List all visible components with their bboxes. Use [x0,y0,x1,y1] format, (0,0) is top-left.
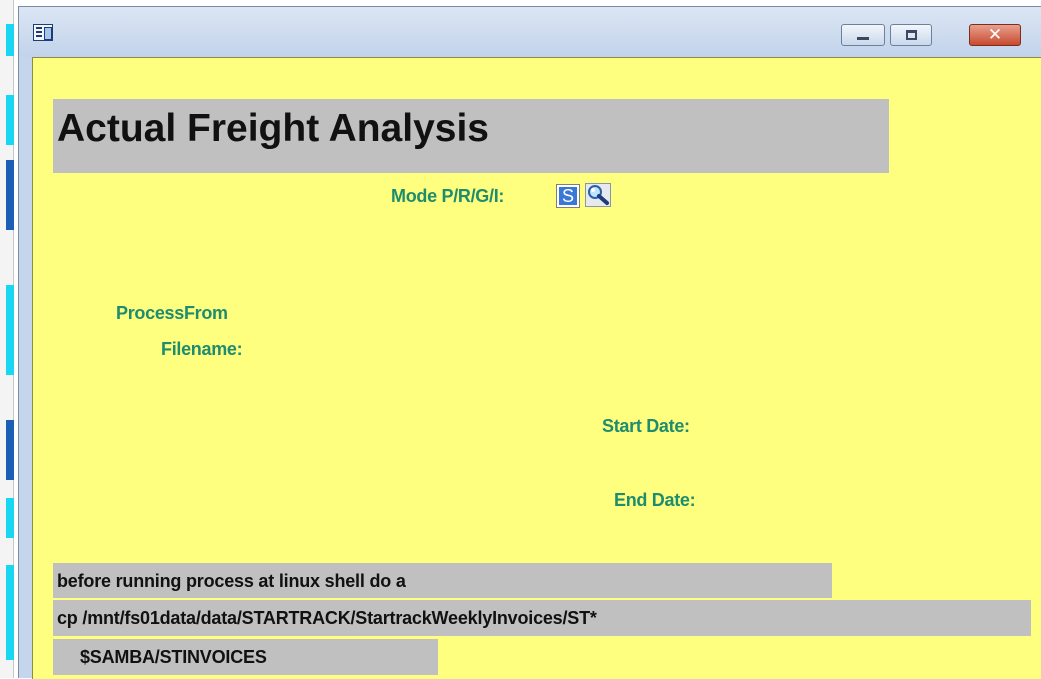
background-element [6,498,14,538]
filename-label: Filename: [161,339,243,359]
instruction-line: $SAMBA/STINVOICES [53,639,438,675]
form-area: Actual Freight Analysis Mode P/R/G/I: S … [32,57,1041,679]
close-button[interactable]: ✕ [969,24,1021,46]
maximize-icon [906,30,917,40]
lookup-button[interactable] [585,183,611,207]
process-from-label: ProcessFrom [116,303,228,323]
end-date-label: End Date: [614,490,696,510]
app-window-icon[interactable] [33,24,53,41]
title-panel: Actual Freight Analysis [53,99,889,173]
background-element [6,285,14,375]
instruction-line: cp /mnt/fs01data/data/STARTRACK/Startrac… [53,600,1031,636]
close-icon: ✕ [987,25,1003,45]
app-window: ✕ Actual Freight Analysis Mode P/R/G/I: … [18,6,1041,679]
mode-value: S [559,187,577,205]
title-bar[interactable]: ✕ [19,7,1041,57]
background-element [6,160,14,230]
background-element [6,565,14,660]
background-window-strip [0,0,14,678]
background-element [6,420,14,480]
mode-input[interactable]: S [556,184,580,208]
background-element [6,95,14,145]
page-title: Actual Freight Analysis [57,107,489,150]
maximize-button[interactable] [890,24,932,46]
minimize-icon [857,37,869,40]
mode-label: Mode P/R/G/I: [391,186,505,206]
minimize-button[interactable] [841,24,885,46]
start-date-label: Start Date: [602,416,690,436]
magnifier-icon [585,183,611,207]
instruction-line: before running process at linux shell do… [53,563,832,598]
background-element [6,24,14,56]
